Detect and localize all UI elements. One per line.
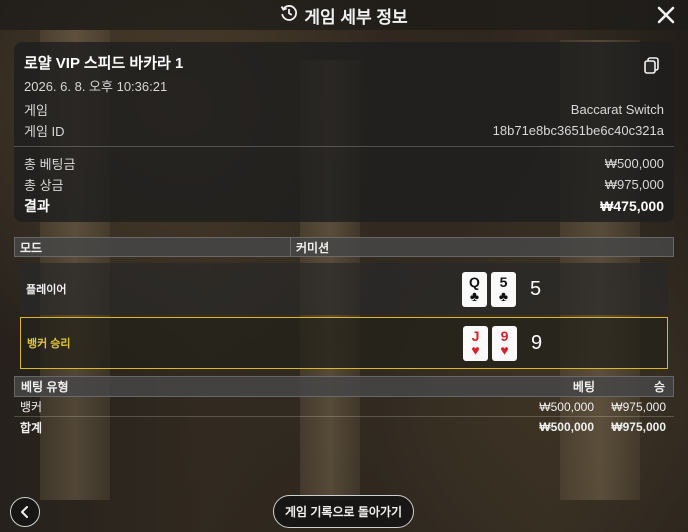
- page-title: 게임 세부 정보: [304, 7, 408, 27]
- win-amount: ₩975,000: [611, 399, 666, 414]
- header-title-group: 게임 세부 정보: [280, 3, 408, 28]
- playing-card: J ♥: [463, 325, 488, 361]
- banker-outcome-row: 뱅커 승리 J ♥ 9 ♥ 9: [20, 317, 668, 369]
- total-win-amount: ₩975,000: [611, 420, 666, 434]
- bet-table: 베팅 유형 베팅 승 뱅커 ₩500,000 ₩975,000 합계 ₩500,…: [14, 376, 674, 437]
- divider: [14, 146, 674, 147]
- copy-icon: [644, 57, 659, 74]
- close-icon: [657, 6, 675, 24]
- win-amount-header: 승: [653, 380, 665, 394]
- heart-suit-icon: ♥: [500, 342, 509, 358]
- result-row: 결과 ₩475,000: [24, 195, 664, 216]
- card-rank: Q: [469, 274, 480, 290]
- total-win-value: ₩975,000: [604, 177, 664, 192]
- player-score: 5: [530, 277, 542, 300]
- game-value: Baccarat Switch: [570, 102, 664, 117]
- total-bet-row: 총 베팅금 ₩500,000: [24, 153, 664, 174]
- bet-table-header: 베팅 유형 베팅 승: [14, 376, 674, 397]
- total-label: 합계: [20, 420, 43, 435]
- total-row: 합계 ₩500,000 ₩975,000: [14, 417, 674, 437]
- playing-card: 5 ♣: [491, 271, 516, 307]
- game-row: 게임 Baccarat Switch: [24, 99, 664, 120]
- card-rank: 5: [499, 274, 508, 290]
- total-bet-amount: ₩500,000: [539, 420, 594, 434]
- game-summary-card: 로얄 VIP 스피드 바카라 1 2026. 6. 8. 오후 10:36:21…: [14, 42, 674, 222]
- total-win-row: 총 상금 ₩975,000: [24, 174, 664, 195]
- history-clock-icon: [280, 4, 298, 27]
- game-id-label: 게임 ID: [24, 124, 65, 139]
- header: 게임 세부 정보: [0, 0, 688, 30]
- total-win-label: 총 상금: [24, 178, 64, 193]
- back-button[interactable]: [10, 497, 40, 527]
- commission-header: 커미션: [291, 237, 674, 257]
- banker-score: 9: [531, 331, 543, 354]
- card-rank: J: [471, 328, 480, 344]
- player-label: 플레이어: [26, 284, 67, 296]
- game-id-row: 게임 ID 18b71e8bc3651be6c40c321a: [24, 120, 664, 141]
- bet-type-header: 베팅 유형: [21, 380, 69, 394]
- bet-type: 뱅커: [20, 400, 43, 414]
- result-value: ₩475,000: [600, 197, 664, 214]
- card-rank: 9: [500, 328, 509, 344]
- close-button[interactable]: [654, 3, 678, 27]
- playing-card: 9 ♥: [492, 325, 517, 361]
- mode-commission-bar: 모드 커미션: [14, 237, 674, 257]
- player-outcome-row: 플레이어 Q ♣ 5 ♣ 5: [20, 263, 668, 315]
- table-row: 뱅커 ₩500,000 ₩975,000: [14, 397, 674, 417]
- club-suit-icon: ♣: [469, 288, 480, 304]
- game-details-overlay: 게임 세부 정보 로얄 VIP 스피드 바카라 1 2026. 6. 8. 오후…: [0, 0, 688, 532]
- bet-amount-header: 베팅: [572, 380, 595, 394]
- room-name: 로얄 VIP 스피드 바카라 1: [24, 55, 184, 72]
- banker-cards: J ♥ 9 ♥: [463, 325, 517, 361]
- playing-card: Q ♣: [462, 271, 487, 307]
- back-to-history-button[interactable]: 게임 기록으로 돌아가기: [273, 495, 414, 528]
- result-label: 결과: [24, 197, 50, 214]
- total-bet-value: ₩500,000: [604, 156, 664, 171]
- club-suit-icon: ♣: [498, 288, 509, 304]
- heart-suit-icon: ♥: [471, 342, 480, 358]
- banker-win-label: 뱅커 승리: [27, 338, 71, 350]
- game-datetime: 2026. 6. 8. 오후 10:36:21: [24, 79, 168, 94]
- total-bet-label: 총 베팅금: [24, 157, 76, 172]
- player-cards: Q ♣ 5 ♣: [462, 271, 516, 307]
- game-label: 게임: [24, 103, 48, 118]
- game-id-value: 18b71e8bc3651be6c40c321a: [492, 123, 664, 138]
- chevron-left-icon: [21, 506, 28, 518]
- copy-button[interactable]: [642, 56, 662, 76]
- mode-header: 모드: [14, 237, 291, 257]
- bet-amount: ₩500,000: [539, 399, 594, 414]
